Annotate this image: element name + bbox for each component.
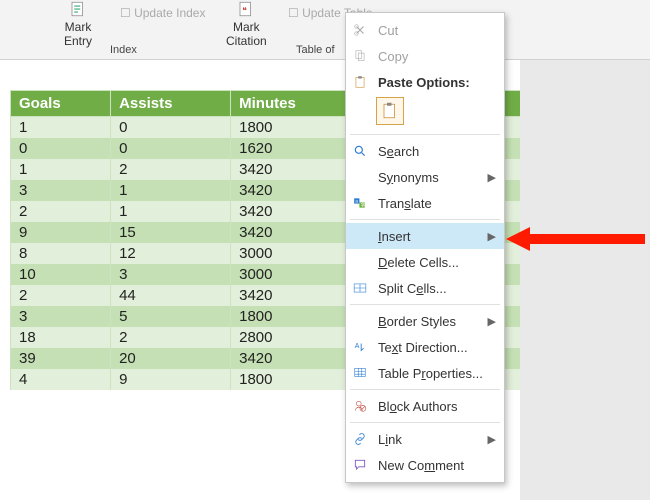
menu-border-styles[interactable]: Border Styles ▶ <box>346 308 504 334</box>
annotation-arrow <box>506 227 645 251</box>
page-gutter <box>520 60 650 500</box>
table-cell[interactable]: 8 <box>11 243 111 264</box>
table-cell[interactable]: 5 <box>111 306 231 327</box>
table-cell[interactable]: 3420 <box>231 159 357 180</box>
table-cell[interactable]: 3420 <box>231 222 357 243</box>
paste-icon <box>350 75 370 89</box>
menu-block-authors[interactable]: Block Authors <box>346 393 504 419</box>
table-cell[interactable]: 3420 <box>231 348 357 369</box>
cut-icon <box>350 23 370 37</box>
table-cell[interactable]: 9 <box>11 222 111 243</box>
paste-keep-source-button[interactable] <box>376 97 404 125</box>
chevron-right-icon: ▶ <box>488 230 496 243</box>
menu-cut: Cut <box>346 17 504 43</box>
table-cell[interactable]: 3 <box>11 180 111 201</box>
text-direction-icon: A <box>350 340 370 354</box>
table-cell[interactable]: 15 <box>111 222 231 243</box>
table-cell[interactable]: 18 <box>11 327 111 348</box>
table-cell[interactable]: 2 <box>111 159 231 180</box>
table-cell[interactable]: 10 <box>11 264 111 285</box>
search-icon <box>350 144 370 158</box>
menu-search[interactable]: Search <box>346 138 504 164</box>
table-cell[interactable]: 1 <box>111 180 231 201</box>
table-cell[interactable]: 39 <box>11 348 111 369</box>
menu-translate[interactable]: a字 Translate <box>346 190 504 216</box>
table-cell[interactable]: 3000 <box>231 264 357 285</box>
table-cell[interactable]: 1 <box>11 117 111 139</box>
table-cell[interactable]: 1 <box>11 159 111 180</box>
menu-synonyms[interactable]: Synonyms ▶ <box>346 164 504 190</box>
table-cell[interactable]: 1800 <box>231 117 357 139</box>
ribbon-group-index: Index <box>110 44 137 56</box>
table-cell[interactable]: 20 <box>111 348 231 369</box>
table-cell[interactable]: 1800 <box>231 306 357 327</box>
menu-delete-cells[interactable]: Delete Cells... <box>346 249 504 275</box>
menu-link[interactable]: Link ▶ <box>346 426 504 452</box>
table-cell[interactable]: 3 <box>11 306 111 327</box>
svg-text:❝: ❝ <box>243 6 247 15</box>
table-cell[interactable]: 2 <box>11 285 111 306</box>
mark-entry-button[interactable]: Mark Entry <box>64 0 92 48</box>
table-cell[interactable]: 3000 <box>231 243 357 264</box>
copy-icon <box>350 49 370 63</box>
mark-entry-label: Mark Entry <box>64 20 92 48</box>
column-header[interactable]: Minutes <box>231 91 357 117</box>
table-cell[interactable]: 0 <box>111 117 231 139</box>
chevron-right-icon: ▶ <box>488 315 496 328</box>
comment-icon <box>350 458 370 472</box>
table-cell[interactable]: 44 <box>111 285 231 306</box>
table-cell[interactable]: 3420 <box>231 285 357 306</box>
svg-text:A: A <box>355 343 360 350</box>
menu-new-comment[interactable]: New Comment <box>346 452 504 478</box>
table-cell[interactable]: 2800 <box>231 327 357 348</box>
svg-text:a: a <box>355 198 358 203</box>
ribbon: Mark Entry ☐ Update Index Index ❝ Mark C… <box>0 0 650 60</box>
menu-text-direction[interactable]: A Text Direction... <box>346 334 504 360</box>
mark-citation-button[interactable]: ❝ Mark Citation <box>226 0 267 48</box>
table-cell[interactable]: 3420 <box>231 180 357 201</box>
chevron-right-icon: ▶ <box>488 171 496 184</box>
chevron-right-icon: ▶ <box>488 433 496 446</box>
table-cell[interactable]: 3420 <box>231 201 357 222</box>
link-icon <box>350 432 370 446</box>
table-cell[interactable]: 4 <box>11 369 111 390</box>
menu-insert[interactable]: Insert ▶ <box>346 223 504 249</box>
table-cell[interactable]: 0 <box>111 138 231 159</box>
context-menu: Cut Copy Paste Options: Search Synonyms … <box>345 12 505 483</box>
menu-paste-options-header: Paste Options: <box>346 69 504 95</box>
table-cell[interactable]: 2 <box>11 201 111 222</box>
ribbon-group-authorities: Table of <box>296 44 335 56</box>
svg-text:字: 字 <box>361 202 366 208</box>
translate-icon: a字 <box>350 196 370 210</box>
menu-table-properties[interactable]: Table Properties... <box>346 360 504 386</box>
table-cell[interactable]: 9 <box>111 369 231 390</box>
block-authors-icon <box>350 399 370 413</box>
table-properties-icon <box>350 366 370 380</box>
table-cell[interactable]: 0 <box>11 138 111 159</box>
table-cell[interactable]: 1620 <box>231 138 357 159</box>
column-header[interactable]: Goals <box>11 91 111 117</box>
menu-split-cells[interactable]: Split Cells... <box>346 275 504 301</box>
table-cell[interactable]: 3 <box>111 264 231 285</box>
update-index-button: ☐ Update Index <box>120 6 205 20</box>
table-cell[interactable]: 2 <box>111 327 231 348</box>
table-cell[interactable]: 12 <box>111 243 231 264</box>
mark-citation-label: Mark Citation <box>226 20 267 48</box>
table-cell[interactable]: 1 <box>111 201 231 222</box>
table-cell[interactable]: 1800 <box>231 369 357 390</box>
column-header[interactable]: Assists <box>111 91 231 117</box>
menu-copy: Copy <box>346 43 504 69</box>
split-cells-icon <box>350 281 370 295</box>
